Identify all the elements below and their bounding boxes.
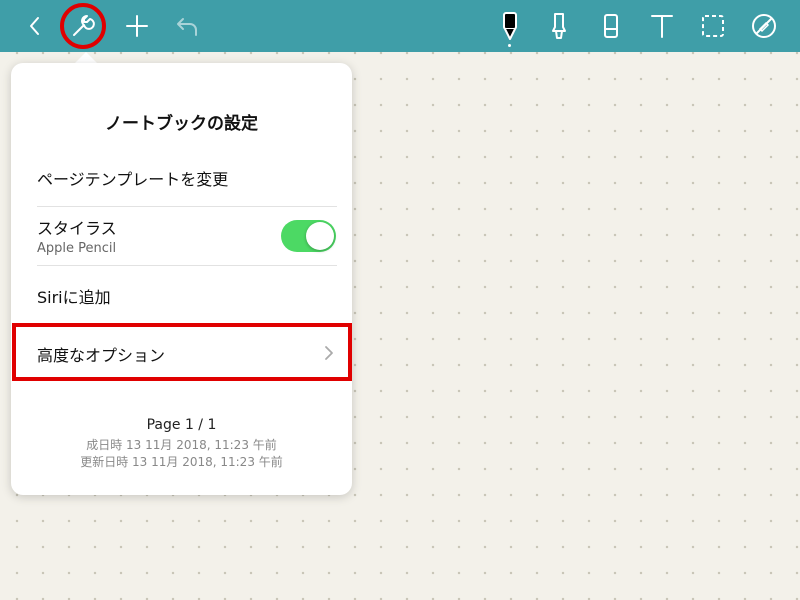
- add-to-siri-label: Siriに追加: [37, 288, 111, 307]
- add-page-button[interactable]: [117, 0, 157, 52]
- page-info: Page 1 / 1: [146, 417, 217, 433]
- wrench-icon: [73, 15, 95, 36]
- undo-button[interactable]: [167, 0, 207, 52]
- change-template-label: ページテンプレートを変更: [37, 170, 229, 189]
- finger-draw-button[interactable]: [744, 0, 784, 52]
- eraser-icon: [604, 14, 618, 38]
- created-date: 成日時 13 11月 2018, 11:23 午前: [86, 438, 277, 452]
- toggle-knob: [306, 222, 334, 250]
- plus-icon: [126, 15, 148, 37]
- change-template-item[interactable]: ページテンプレートを変更: [37, 166, 337, 190]
- undo-icon: [177, 18, 197, 36]
- lasso-tool-button[interactable]: [693, 0, 733, 52]
- disable-touch-icon: [752, 14, 776, 38]
- top-toolbar: [0, 0, 800, 52]
- pen-icon: [503, 12, 517, 40]
- active-tool-indicator: [508, 44, 511, 47]
- advanced-options-highlight: [12, 323, 352, 381]
- highlighter-tool-button[interactable]: [539, 0, 579, 52]
- stylus-toggle[interactable]: [281, 220, 336, 252]
- back-icon: [30, 17, 39, 35]
- divider: [37, 265, 337, 266]
- updated-date: 更新日時 13 11月 2018, 11:23 午前: [80, 455, 283, 469]
- divider: [37, 206, 337, 207]
- lasso-icon: [702, 15, 724, 37]
- settings-button[interactable]: [63, 0, 103, 52]
- add-to-siri-item[interactable]: Siriに追加: [37, 284, 337, 308]
- eraser-tool-button[interactable]: [591, 0, 631, 52]
- highlighter-icon: [552, 13, 566, 39]
- popover-title: ノートブックの設定: [105, 114, 258, 134]
- text-icon: [651, 15, 673, 38]
- notebook-settings-popover: ノートブックの設定 ページテンプレートを変更 スタイラス Apple Penci…: [11, 63, 352, 495]
- back-button[interactable]: [15, 0, 55, 52]
- text-tool-button[interactable]: [642, 0, 682, 52]
